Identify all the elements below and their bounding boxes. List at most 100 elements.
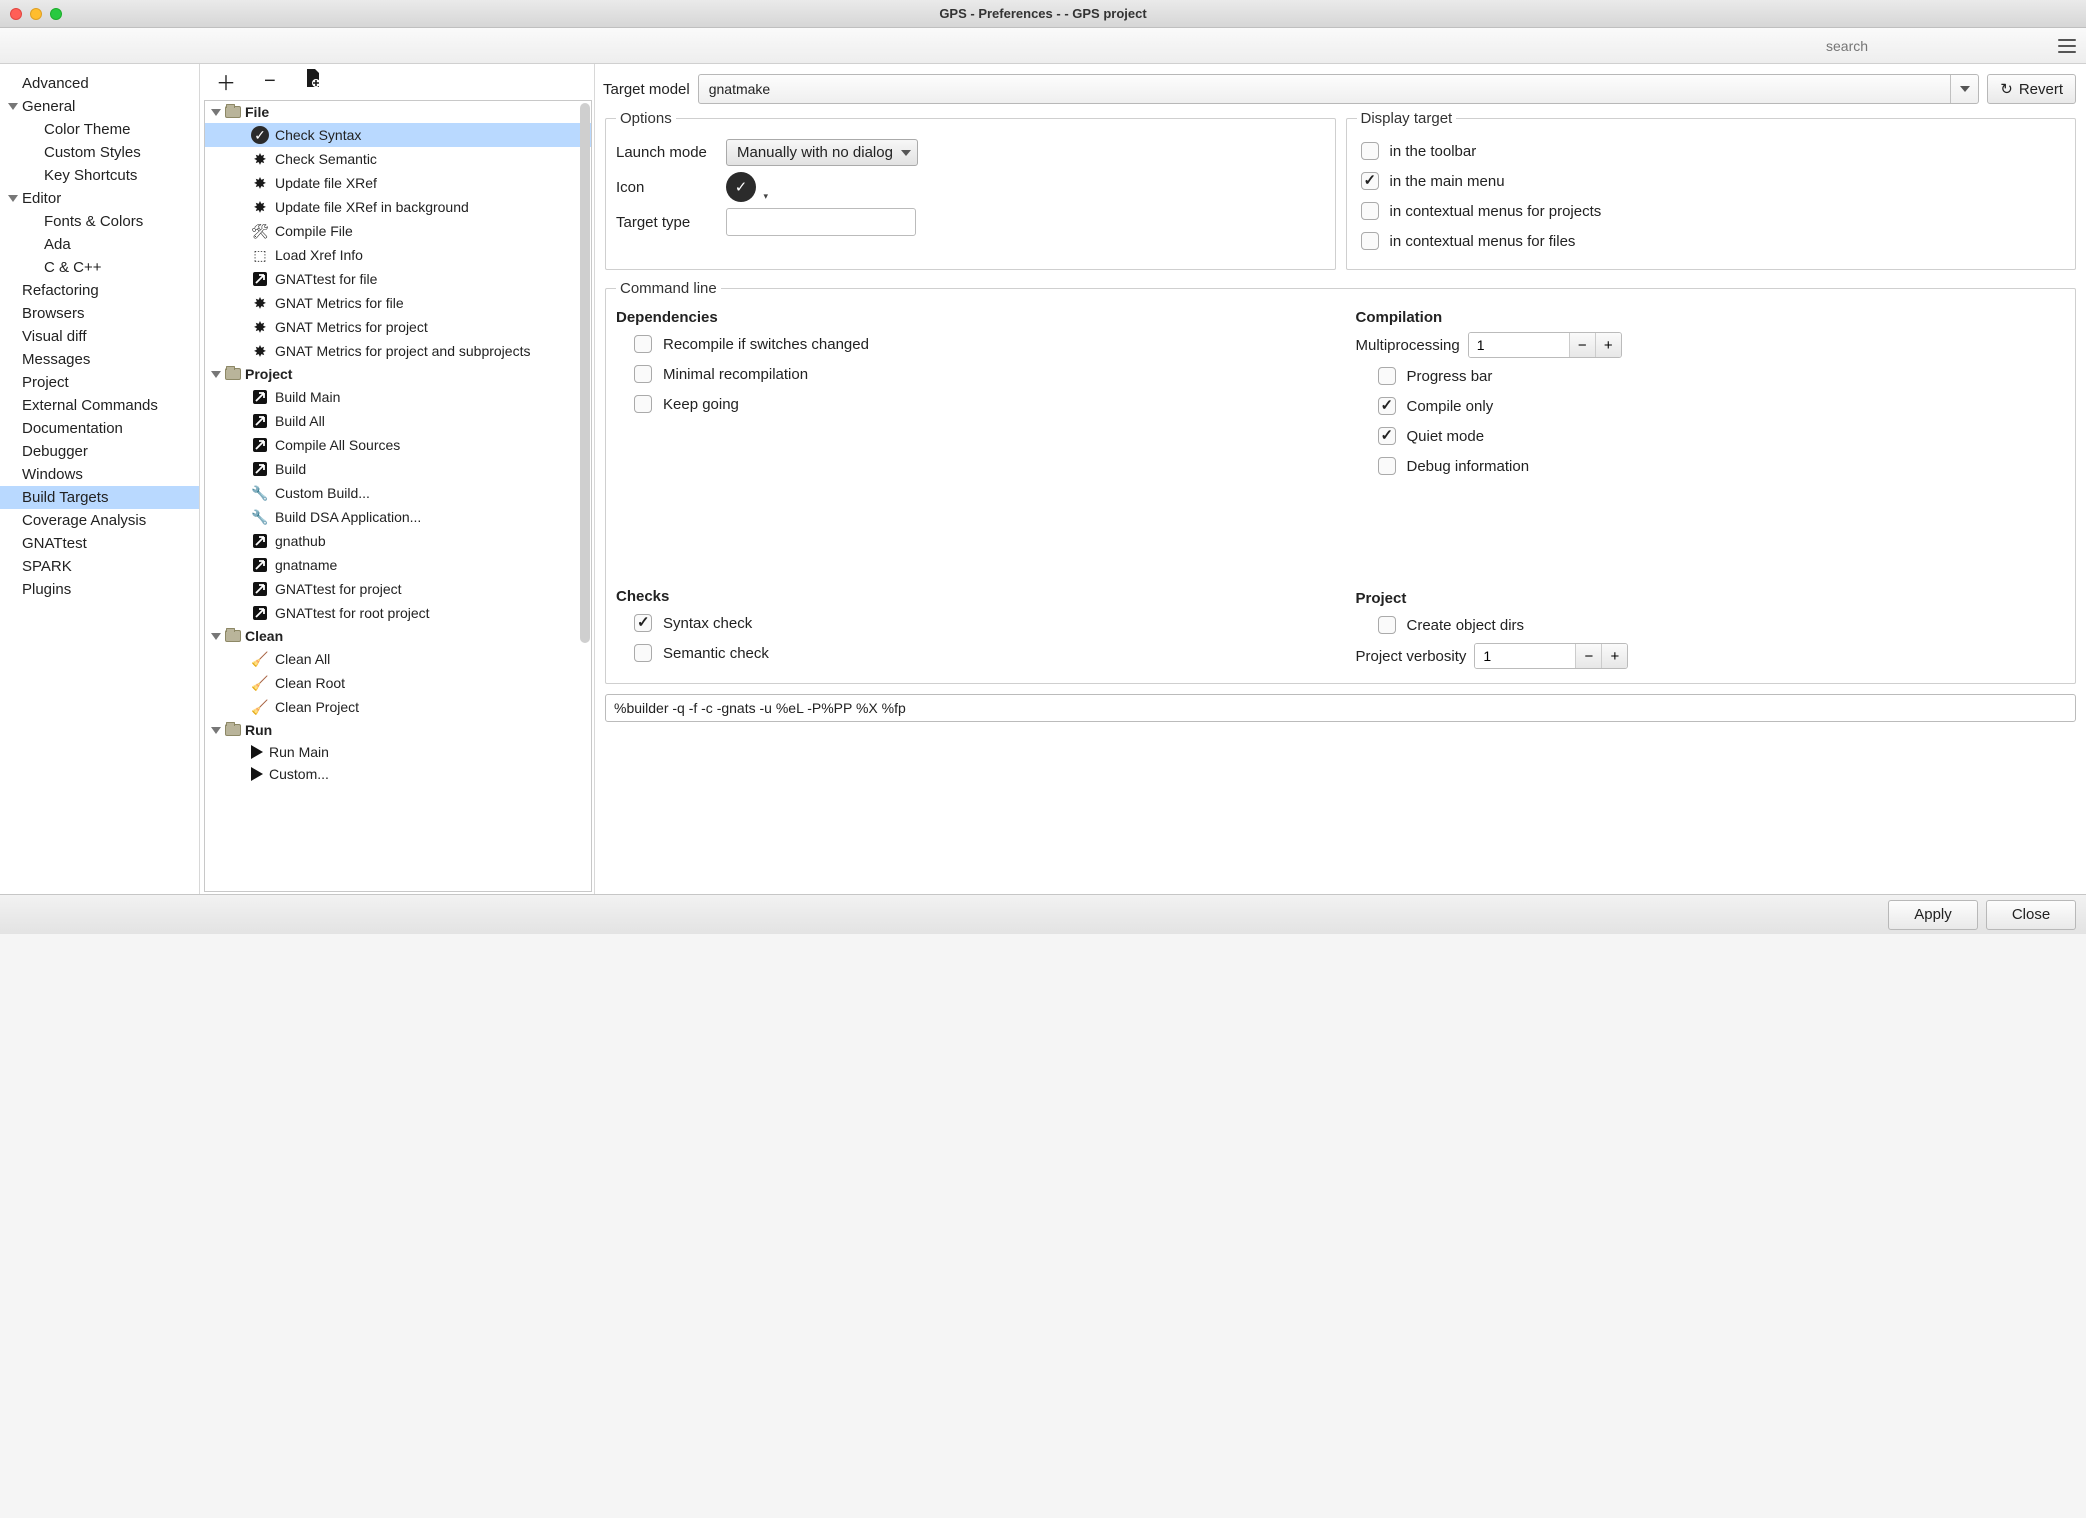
tree-item[interactable]: ⬚Load Xref Info [205,243,591,267]
zoom-window-icon[interactable] [50,8,62,20]
tree-item[interactable]: ✓Check Syntax [205,123,591,147]
dependency-option-checkbox[interactable] [634,365,652,383]
tree-item[interactable]: ✸Update file XRef in background [205,195,591,219]
revert-button[interactable]: ↻ Revert [1987,74,2076,104]
sidebar-item[interactable]: Windows [0,463,199,486]
close-window-icon[interactable] [10,8,22,20]
compilation-option-label: Quiet mode [1407,428,1485,445]
sidebar-item[interactable]: Visual diff [0,325,199,348]
tree-group[interactable]: Project [205,363,591,385]
tree-item[interactable]: gnathub [205,529,591,553]
target-type-input[interactable] [726,208,916,236]
tree-item[interactable]: 🧹Clean All [205,647,591,671]
sidebar-item[interactable]: GNATtest [0,532,199,555]
sidebar-item[interactable]: Build Targets [0,486,199,509]
remove-target-icon[interactable]: − [264,70,276,93]
tree-item[interactable]: 🧹Clean Root [205,671,591,695]
broom-icon: 🧹 [251,674,269,692]
tree-item[interactable]: 🧹Clean Project [205,695,591,719]
tree-item[interactable]: ✸Update file XRef [205,171,591,195]
check-option-label: Syntax check [663,615,752,632]
minimize-window-icon[interactable] [30,8,42,20]
tree-item[interactable]: ✸Check Semantic [205,147,591,171]
tree-item[interactable]: ✸GNAT Metrics for project and subproject… [205,339,591,363]
tree-group[interactable]: Run [205,719,591,741]
compilation-option-checkbox[interactable] [1378,427,1396,445]
sidebar-item[interactable]: Browsers [0,302,199,325]
hamburger-menu-icon[interactable] [2058,39,2076,53]
sidebar-item[interactable]: Refactoring [0,279,199,302]
sidebar-item[interactable]: Debugger [0,440,199,463]
compilation-option-checkbox[interactable] [1378,367,1396,385]
tree-item[interactable]: gnatname [205,553,591,577]
sidebar-item[interactable]: Advanced [0,72,199,95]
sidebar-item[interactable]: Color Theme [0,118,199,141]
sidebar-group[interactable]: Editor [0,187,199,210]
project-verbosity-value[interactable] [1475,644,1575,668]
tree-item[interactable]: ✸GNAT Metrics for file [205,291,591,315]
tree-item[interactable]: 🔧Custom Build... [205,481,591,505]
close-button[interactable]: Close [1986,900,2076,930]
search-input[interactable] [1824,37,2044,55]
launch-mode-select[interactable]: Manually with no dialog [726,139,918,166]
spin-up-button[interactable]: + [1601,644,1627,668]
sidebar-item[interactable]: C & C++ [0,256,199,279]
apply-button[interactable]: Apply [1888,900,1978,930]
spin-up-button[interactable]: + [1595,333,1621,357]
sidebar-item[interactable]: Documentation [0,417,199,440]
sidebar-item[interactable]: Coverage Analysis [0,509,199,532]
sidebar-item[interactable]: Ada [0,233,199,256]
sidebar-item[interactable]: Custom Styles [0,141,199,164]
dependency-option-checkbox[interactable] [634,395,652,413]
commandline-input[interactable]: %builder -q -f -c -gnats -u %eL -P%PP %X… [605,694,2076,722]
tree-item[interactable]: GNATtest for file [205,267,591,291]
sidebar-item[interactable]: External Commands [0,394,199,417]
sidebar-item[interactable]: SPARK [0,555,199,578]
tree-item[interactable]: 🔧Build DSA Application... [205,505,591,529]
sidebar-item[interactable]: Fonts & Colors [0,210,199,233]
display-option-checkbox[interactable] [1361,202,1379,220]
multiprocessing-spin[interactable]: − + [1468,332,1622,358]
tree-item[interactable]: GNATtest for project [205,577,591,601]
scrollbar-thumb[interactable] [580,103,590,643]
new-file-target-icon[interactable] [304,68,322,94]
spin-down-button[interactable]: − [1569,333,1595,357]
tree-item[interactable]: ✸GNAT Metrics for project [205,315,591,339]
spin-down-button[interactable]: − [1575,644,1601,668]
target-model-select[interactable]: gnatmake [698,74,1980,104]
display-option-checkbox[interactable] [1361,142,1379,160]
tree-item[interactable]: Compile All Sources [205,433,591,457]
main-area: AdvancedGeneralColor ThemeCustom StylesK… [0,64,2086,894]
tree-item[interactable]: 🛠Compile File [205,219,591,243]
add-target-icon[interactable]: ＋ [216,67,236,96]
sidebar-group[interactable]: General [0,95,199,118]
tree-item[interactable]: Run Main [205,741,591,763]
create-object-dirs-checkbox[interactable] [1378,616,1396,634]
icon-chooser[interactable]: ✓ ▾ [726,172,756,202]
category-sidebar[interactable]: AdvancedGeneralColor ThemeCustom StylesK… [0,64,200,894]
display-option-checkbox[interactable] [1361,232,1379,250]
project-verbosity-spin[interactable]: − + [1474,643,1628,669]
create-object-dirs-label: Create object dirs [1407,617,1525,634]
check-option-checkbox[interactable] [634,614,652,632]
tree-item[interactable]: GNATtest for root project [205,601,591,625]
tree-group[interactable]: Clean [205,625,591,647]
chevron-down-icon [8,195,18,202]
display-option-checkbox[interactable] [1361,172,1379,190]
sidebar-item[interactable]: Project [0,371,199,394]
tree-item[interactable]: Custom... [205,763,591,785]
sidebar-item[interactable]: Key Shortcuts [0,164,199,187]
dependency-option-checkbox[interactable] [634,335,652,353]
multiprocessing-value[interactable] [1469,333,1569,357]
chevron-down-icon: ▾ [763,191,768,202]
check-option-checkbox[interactable] [634,644,652,662]
tree-item[interactable]: Build All [205,409,591,433]
compilation-option-checkbox[interactable] [1378,397,1396,415]
tree-item[interactable]: Build Main [205,385,591,409]
sidebar-item[interactable]: Plugins [0,578,199,601]
sidebar-item[interactable]: Messages [0,348,199,371]
tree-group[interactable]: File [205,101,591,123]
targets-tree[interactable]: File✓Check Syntax✸Check Semantic✸Update … [204,100,592,892]
compilation-option-checkbox[interactable] [1378,457,1396,475]
tree-item[interactable]: Build [205,457,591,481]
